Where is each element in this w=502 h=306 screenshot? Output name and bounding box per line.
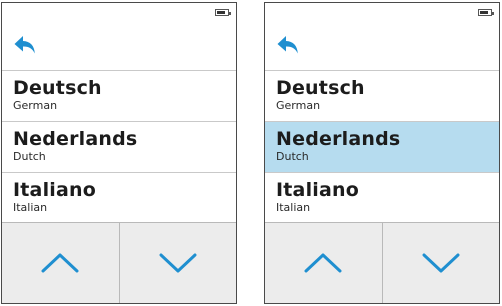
language-english-name: Dutch [13,150,46,163]
language-native-name: Italiano [13,179,96,201]
language-item-nederlands-selected[interactable]: Nederlands Dutch [265,121,499,172]
scroll-nav [265,222,499,303]
chevron-up-icon [304,253,342,273]
language-english-name: German [13,99,58,112]
device-screen-left: Deutsch German Nederlands Dutch Italiano… [1,2,237,304]
scroll-up-button[interactable] [265,223,382,303]
scroll-down-button[interactable] [118,223,237,303]
battery-icon [215,9,231,16]
language-item-italiano[interactable]: Italiano Italian [265,172,499,223]
language-english-name: Italian [276,201,311,214]
battery-icon [478,9,494,16]
chevron-up-icon [41,253,79,273]
scroll-down-button[interactable] [381,223,500,303]
language-item-deutsch[interactable]: Deutsch German [2,70,236,121]
chevron-down-icon [159,253,197,273]
language-native-name: Deutsch [276,77,365,99]
language-english-name: German [276,99,321,112]
back-arrow-icon [277,36,298,54]
language-native-name: Nederlands [276,128,401,150]
status-bar [2,3,236,25]
language-list: Deutsch German Nederlands Dutch Italiano… [265,70,499,223]
language-item-italiano[interactable]: Italiano Italian [2,172,236,223]
language-native-name: Nederlands [13,128,138,150]
device-screen-right: Deutsch German Nederlands Dutch Italiano… [264,2,500,304]
language-item-deutsch[interactable]: Deutsch German [265,70,499,121]
status-bar [265,3,499,25]
chevron-down-icon [422,253,460,273]
language-native-name: Deutsch [13,77,102,99]
language-list: Deutsch German Nederlands Dutch Italiano… [2,70,236,223]
back-button[interactable] [2,29,236,69]
language-native-name: Italiano [276,179,359,201]
scroll-nav [2,222,236,303]
scroll-up-button[interactable] [2,223,119,303]
language-item-nederlands[interactable]: Nederlands Dutch [2,121,236,172]
language-english-name: Dutch [276,150,309,163]
back-button[interactable] [265,29,499,69]
back-arrow-icon [14,36,35,54]
language-english-name: Italian [13,201,48,214]
